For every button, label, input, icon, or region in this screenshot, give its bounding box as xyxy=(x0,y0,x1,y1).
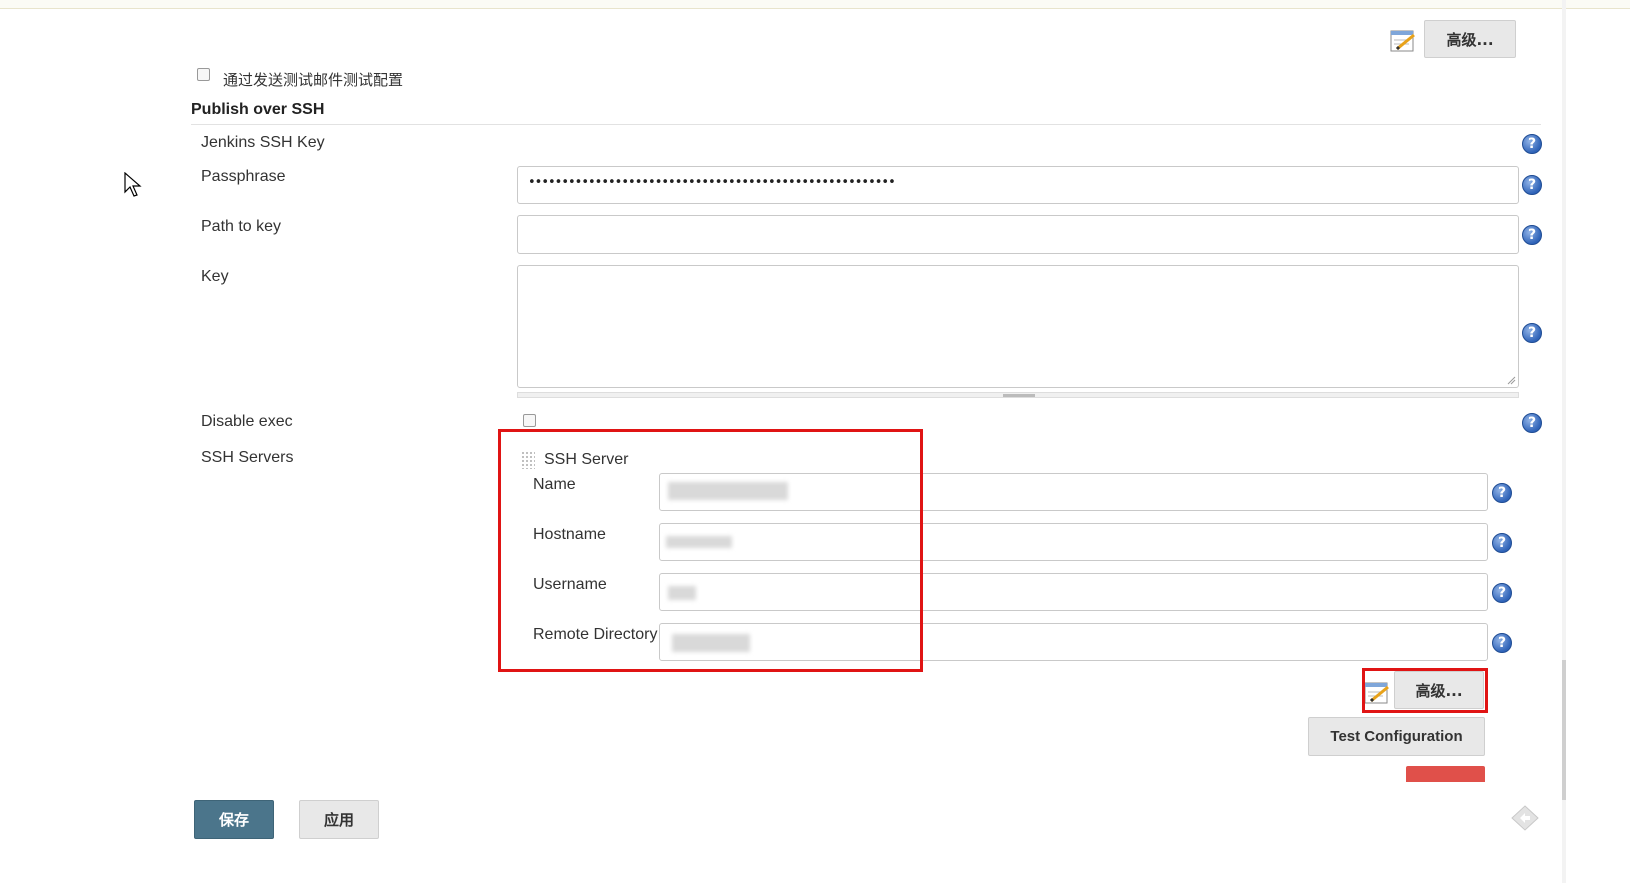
ssh-server-username-help-icon[interactable]: ? xyxy=(1492,583,1512,603)
passphrase-value: ••••••••••••••••••••••••••••••••••••••••… xyxy=(528,175,896,190)
key-label: Key xyxy=(201,268,229,285)
section-title: Publish over SSH xyxy=(191,101,325,118)
resize-handle-icon[interactable] xyxy=(1506,375,1516,385)
apply-button[interactable]: 应用 xyxy=(299,800,379,839)
delete-button[interactable] xyxy=(1406,766,1485,782)
top-advanced-button[interactable]: 高级... xyxy=(1424,20,1516,58)
page-scrollbar[interactable] xyxy=(1562,0,1566,883)
disable-exec-help-icon[interactable]: ? xyxy=(1522,413,1542,433)
key-scroll-bar[interactable] xyxy=(517,392,1519,398)
jenkins-ssh-key-help-icon[interactable]: ? xyxy=(1522,134,1542,154)
navigate-icon[interactable] xyxy=(1510,804,1540,832)
test-configuration-button[interactable]: Test Configuration xyxy=(1308,717,1485,756)
key-scroll-grip[interactable] xyxy=(1003,394,1035,397)
path-to-key-input[interactable] xyxy=(517,215,1519,254)
page-scrollbar-thumb[interactable] xyxy=(1562,660,1566,800)
save-button[interactable]: 保存 xyxy=(194,800,274,839)
disable-exec-checkbox[interactable] xyxy=(523,414,536,427)
notepad-icon xyxy=(1390,30,1415,52)
key-help-icon[interactable]: ? xyxy=(1522,323,1542,343)
ssh-server-remote-directory-help-icon[interactable]: ? xyxy=(1492,633,1512,653)
ssh-server-highlight-box xyxy=(498,429,923,672)
passphrase-input[interactable]: ••••••••••••••••••••••••••••••••••••••••… xyxy=(517,166,1519,204)
path-to-key-label: Path to key xyxy=(201,218,282,235)
test-email-checkbox[interactable] xyxy=(197,68,210,81)
passphrase-help-icon[interactable]: ? xyxy=(1522,175,1542,195)
path-to-key-help-icon[interactable]: ? xyxy=(1522,225,1542,245)
passphrase-label: Passphrase xyxy=(201,168,286,185)
advanced-button-highlight-box xyxy=(1362,668,1488,713)
disable-exec-label: Disable exec xyxy=(201,413,293,430)
top-border xyxy=(0,0,1630,9)
test-email-checkbox-label: 通过发送测试邮件测试配置 xyxy=(223,71,404,89)
key-textarea[interactable] xyxy=(517,265,1519,388)
mouse-cursor-icon xyxy=(124,172,142,197)
ssh-server-hostname-help-icon[interactable]: ? xyxy=(1492,533,1512,553)
section-divider xyxy=(191,124,1541,125)
ssh-servers-label: SSH Servers xyxy=(201,449,294,466)
ssh-server-name-help-icon[interactable]: ? xyxy=(1492,483,1512,503)
jenkins-ssh-key-label: Jenkins SSH Key xyxy=(201,134,325,151)
